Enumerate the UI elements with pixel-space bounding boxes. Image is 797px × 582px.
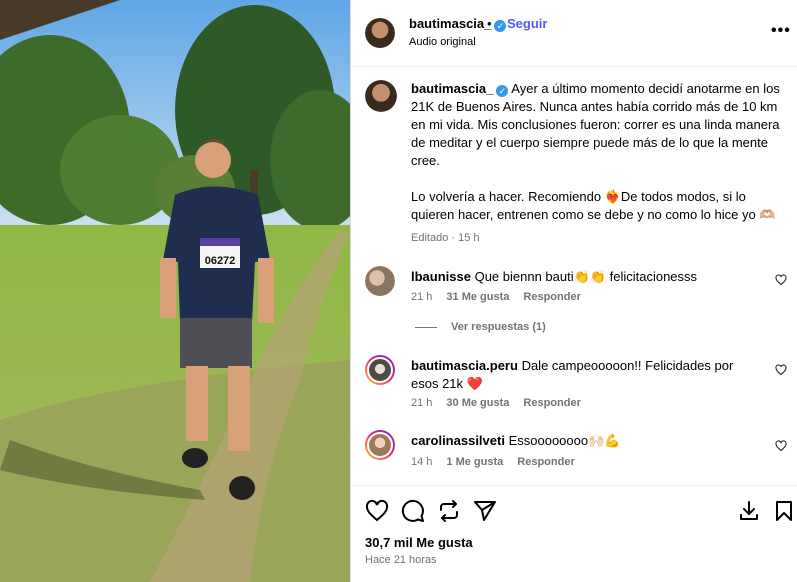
caption-username[interactable]: bautimascia_ — [411, 81, 493, 96]
author-avatar[interactable] — [365, 18, 395, 48]
caption-paragraph-2: Lo volvería a hacer. Recomiendo ❤️‍🔥De t… — [411, 189, 776, 222]
bib-number: 06272 — [205, 255, 236, 267]
reply-button[interactable]: Responder — [517, 456, 574, 468]
comment-meta: 14 h 1 Me gusta Responder — [411, 456, 589, 468]
comment-username[interactable]: lbaunisse — [411, 269, 471, 284]
reply-button[interactable]: Responder — [523, 397, 580, 409]
audio-label[interactable]: Audio original — [409, 36, 476, 48]
comment-bubble-icon[interactable] — [401, 499, 425, 523]
caption-author-avatar[interactable] — [365, 80, 397, 112]
comment-meta: 21 h 31 Me gusta Responder — [411, 291, 595, 303]
comment-time: 21 h — [411, 291, 433, 303]
comment-body: Essoooooooo🙌🏻💪 — [508, 433, 621, 448]
instagram-post-view: 06272 bautimascia_ ✓ • Seguir Audio origi… — [0, 0, 797, 582]
comment-likes[interactable]: 1 Me gusta — [446, 456, 503, 468]
edited-label: Editado — [411, 232, 449, 244]
comment-text: lbaunisse Que biennn bauti👏👏 felicitacio… — [411, 268, 761, 286]
reply-button[interactable]: Responder — [523, 291, 580, 303]
verified-badge-icon: ✓ — [496, 85, 509, 97]
replies-divider — [415, 326, 437, 328]
commenter-avatar[interactable] — [365, 266, 395, 296]
runner-photo-illustration: 06272 — [0, 0, 350, 582]
like-comment-icon[interactable] — [775, 440, 787, 452]
likes-count[interactable]: 30,7 mil Me gusta — [365, 535, 473, 550]
like-heart-icon[interactable] — [365, 499, 389, 523]
comment-meta: 21 h 30 Me gusta Responder — [411, 397, 595, 409]
repost-icon[interactable] — [437, 499, 461, 523]
post-header: bautimascia_ ✓ • Seguir Audio original ••… — [351, 0, 797, 67]
comment-time: 21 h — [411, 397, 433, 409]
comment-likes[interactable]: 31 Me gusta — [446, 291, 509, 303]
comment-username[interactable]: carolinassilveti — [411, 433, 505, 448]
post-photo[interactable]: 06272 — [0, 0, 350, 582]
more-options-icon[interactable]: ••• — [771, 22, 791, 40]
comment-username[interactable]: bautimascia.peru — [411, 358, 518, 373]
save-bookmark-icon[interactable] — [772, 499, 796, 523]
post-timestamp[interactable]: Hace 21 horas — [365, 554, 437, 566]
caption-text: bautimascia_ ✓ Ayer a último momento deci… — [411, 80, 781, 224]
commenter-avatar-story-ring[interactable] — [365, 430, 395, 460]
like-comment-icon[interactable] — [775, 364, 787, 376]
share-send-icon[interactable] — [473, 499, 497, 523]
view-replies-button[interactable]: Ver respuestas (1) — [415, 321, 546, 333]
comment-text: bautimascia.peru Dale campeooooon!! Feli… — [411, 357, 761, 393]
follow-button[interactable]: Seguir — [507, 16, 547, 31]
commenter-avatar-story-ring[interactable] — [365, 355, 395, 385]
caption-meta: Editado · 15 h — [411, 232, 480, 244]
comment-body: Que biennn bauti👏👏 felicitacionesss — [474, 269, 698, 284]
comment-time: 14 h — [411, 456, 433, 468]
caption-time: 15 h — [458, 232, 480, 244]
verified-badge-icon: ✓ — [494, 20, 507, 32]
comment-likes[interactable]: 30 Me gusta — [446, 397, 509, 409]
like-comment-icon[interactable] — [775, 274, 787, 286]
header-separator: • — [487, 16, 492, 31]
post-side-panel: bautimascia_ ✓ • Seguir Audio original ••… — [350, 0, 797, 582]
comment-text: carolinassilveti Essoooooooo🙌🏻💪 — [411, 432, 761, 450]
post-actions: 30,7 mil Me gusta Hace 21 horas — [351, 485, 797, 582]
download-icon[interactable] — [737, 499, 761, 523]
